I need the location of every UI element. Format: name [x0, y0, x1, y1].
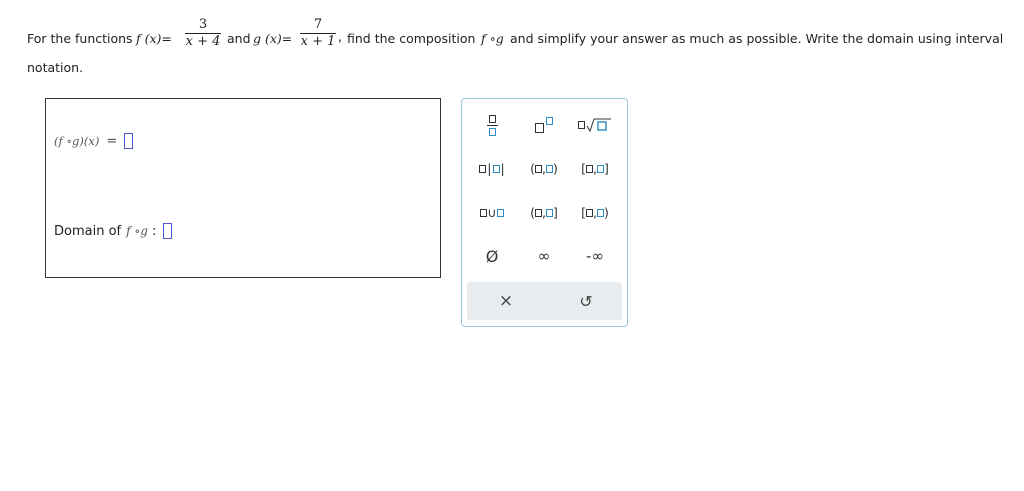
composition-label: (f ∘g)(x) [54, 134, 100, 148]
closed-interval-icon: [,] [581, 160, 609, 176]
open-interval-button[interactable]: (,) [519, 154, 569, 182]
domain-math: f ∘g [126, 224, 148, 238]
and-word: and [227, 31, 251, 46]
f-fraction: 3 x + 4 [185, 17, 221, 50]
g-denominator: x + 1 [300, 34, 336, 49]
f-numerator: 3 [198, 17, 208, 32]
superscript-icon [535, 117, 553, 133]
right-open-interval-icon: [,) [581, 204, 609, 220]
nth-root-icon [578, 117, 612, 133]
g-numerator: 7 [313, 17, 323, 32]
answer-box: (f ∘g)(x) = Domain of f ∘g : [45, 98, 441, 278]
fraction-button[interactable] [467, 111, 517, 139]
open-interval-icon: (,) [530, 160, 558, 176]
nth-root-button[interactable] [570, 111, 620, 139]
comma: , [338, 29, 342, 44]
math-palette: | | (,) [,] ∪ (,] [,) Ø ∞ -∞ × ↺ [461, 98, 628, 327]
question-intro: For the functions [27, 31, 133, 46]
left-open-interval-button[interactable]: (,] [519, 198, 569, 226]
union-button[interactable]: ∪ [467, 198, 517, 226]
superscript-button[interactable] [519, 111, 569, 139]
domain-colon: : [151, 223, 157, 239]
absolute-value-icon: | | [479, 161, 505, 176]
instruction-text: find the composition [347, 31, 476, 46]
g-function-name: g (x)= [253, 31, 293, 46]
composition-symbol: f ∘g [481, 31, 504, 46]
fraction-icon [486, 114, 498, 136]
infinity-icon: ∞ [537, 247, 551, 265]
instruction-rest: and simplify your answer as much as poss… [510, 31, 1004, 46]
domain-label: Domain of [54, 223, 122, 239]
union-icon: ∪ [480, 205, 504, 220]
negative-infinity-button[interactable]: -∞ [570, 242, 620, 270]
domain-answer-input[interactable] [163, 223, 173, 239]
domain-row: Domain of f ∘g : [54, 223, 173, 239]
empty-set-icon: Ø [485, 246, 499, 266]
close-icon: × [498, 291, 514, 311]
question-line-1: For the functions f (x)= 3 x + 4 and g (… [27, 14, 1017, 62]
f-function-name: f (x)= [136, 31, 172, 46]
equals-sign: = [106, 133, 118, 149]
right-open-interval-button[interactable]: [,) [570, 198, 620, 226]
palette-action-bar: × ↺ [467, 282, 622, 320]
composition-answer-input[interactable] [124, 133, 134, 149]
undo-button[interactable]: ↺ [561, 287, 611, 315]
g-fraction: 7 x + 1 [300, 17, 336, 50]
closed-interval-button[interactable]: [,] [570, 154, 620, 182]
undo-icon: ↺ [579, 291, 593, 311]
empty-set-button[interactable]: Ø [467, 242, 517, 270]
f-denominator: x + 4 [185, 34, 221, 49]
infinity-button[interactable]: ∞ [519, 242, 569, 270]
composition-row: (f ∘g)(x) = [54, 133, 134, 149]
absolute-value-button[interactable]: | | [467, 154, 517, 182]
left-open-interval-icon: (,] [530, 204, 558, 220]
clear-button[interactable]: × [481, 287, 531, 315]
question-line-2: notation. [27, 60, 84, 75]
negative-infinity-icon: -∞ [586, 247, 604, 265]
